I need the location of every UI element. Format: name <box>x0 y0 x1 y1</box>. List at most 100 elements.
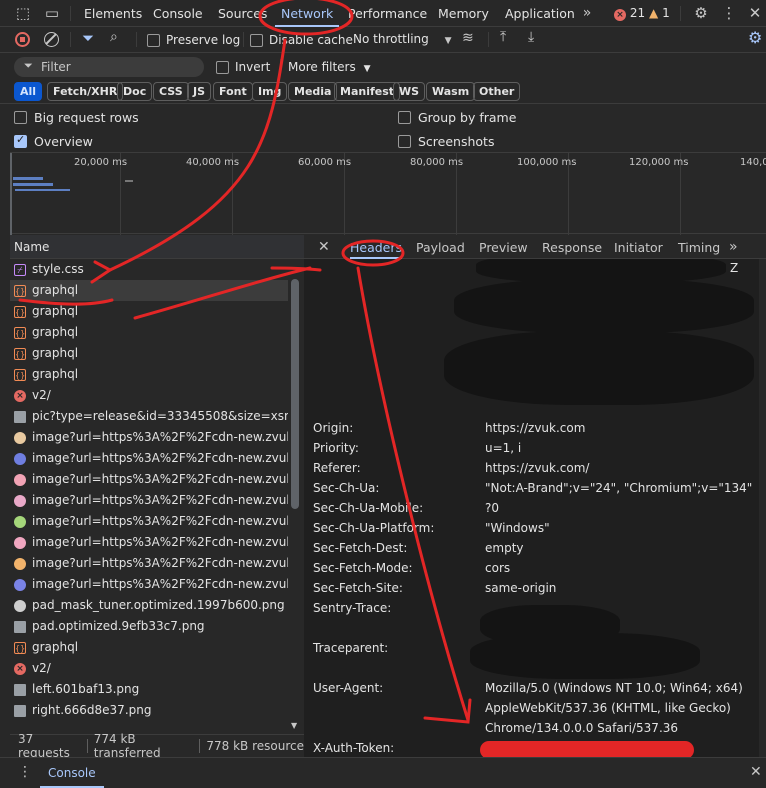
chip-img[interactable]: Img <box>252 82 288 101</box>
header-value: u=1, i <box>485 441 522 455</box>
more-tabs-icon[interactable]: » <box>578 4 596 22</box>
scroll-thumb[interactable] <box>291 279 299 509</box>
request-row[interactable]: image?url=https%3A%2F%2Fcdn-new.zvuk.co.… <box>10 469 288 490</box>
network-toolbar: ⏷ ⌕ Preserve log Disable cache No thrott… <box>0 27 766 53</box>
chip-fetch-xhr[interactable]: Fetch/XHR <box>47 82 124 101</box>
request-row[interactable]: {} graphql <box>10 322 288 343</box>
request-row[interactable]: pic?type=release&id=33345508&size=xsmall… <box>10 406 288 427</box>
chip-font[interactable]: Font <box>213 82 253 101</box>
overview-left-handle[interactable] <box>10 153 12 235</box>
search-icon[interactable]: ⌕ <box>110 29 118 45</box>
request-row[interactable]: image?url=https%3A%2F%2Fcdn-new.zvuk.co.… <box>10 532 288 553</box>
request-row[interactable]: image?url=https%3A%2F%2Fcdn-new.zvuk.co.… <box>10 490 288 511</box>
errors-badge[interactable]: × 21 <box>614 6 645 21</box>
requests-count: 37 requests <box>18 731 70 760</box>
preserve-log-checkbox[interactable]: Preserve log <box>147 33 240 47</box>
request-name: graphql <box>32 304 79 318</box>
clear-icon[interactable] <box>44 32 59 47</box>
chip-doc[interactable]: Doc <box>117 82 153 101</box>
record-stop-button[interactable] <box>15 32 30 47</box>
request-list-header[interactable]: Name <box>10 235 304 259</box>
filter-placeholder: Filter <box>41 60 71 74</box>
tab-console[interactable]: Console <box>153 0 203 27</box>
chip-ws[interactable]: WS <box>393 82 426 101</box>
tab-elements[interactable]: Elements <box>84 0 142 27</box>
tab-headers[interactable]: Headers <box>350 235 403 259</box>
tab-preview[interactable]: Preview <box>479 235 528 259</box>
tab-sources[interactable]: Sources <box>218 0 267 27</box>
tab-memory[interactable]: Memory <box>438 0 489 27</box>
inspect-element-icon[interactable]: ⬚ <box>14 4 32 22</box>
filter-funnel-icon: ⏷ <box>24 59 33 72</box>
throttling-value: No throttling <box>353 32 429 46</box>
request-row[interactable]: {} graphql <box>10 637 288 658</box>
filter-input[interactable]: ⏷ Filter <box>14 57 204 77</box>
chip-other[interactable]: Other <box>473 82 521 101</box>
redaction-mark <box>444 331 754 405</box>
chip-all[interactable]: All <box>14 82 43 101</box>
big-request-rows-checkbox[interactable]: Big request rows <box>14 110 139 125</box>
chip-js[interactable]: JS <box>187 82 212 101</box>
divider <box>488 32 489 47</box>
tab-initiator[interactable]: Initiator <box>614 235 663 259</box>
tab-application[interactable]: Application <box>505 0 575 27</box>
group-by-frame-checkbox[interactable]: Group by frame <box>398 110 516 125</box>
more-filters-dropdown[interactable]: More filters ▼ <box>288 60 370 74</box>
chip-media[interactable]: Media <box>288 82 338 101</box>
header-value: same-origin <box>485 581 557 595</box>
throttling-select[interactable]: No throttling ▼ <box>353 32 452 46</box>
request-row[interactable]: image?url=https%3A%2F%2Fcdn-new.zvuk.co.… <box>10 448 288 469</box>
filter-funnel-icon[interactable]: ⏷ <box>82 29 94 47</box>
close-detail-icon[interactable]: ✕ <box>318 235 330 259</box>
more-tabs-icon[interactable]: » <box>729 235 738 259</box>
request-row[interactable]: {} graphql <box>10 280 288 301</box>
tab-payload[interactable]: Payload <box>416 235 465 259</box>
request-row[interactable]: {} graphql <box>10 301 288 322</box>
divider <box>680 6 681 21</box>
network-settings-gear-icon[interactable]: ⚙ <box>748 28 762 47</box>
request-row[interactable]: ⌿ style.css <box>10 259 288 280</box>
fetch-xhr-icon: {} <box>14 327 26 339</box>
tab-performance[interactable]: Performance <box>348 0 427 27</box>
request-row[interactable]: × v2/ <box>10 658 288 679</box>
network-overview-timeline[interactable]: 20,000 ms 40,000 ms 60,000 ms 80,000 ms … <box>10 152 766 235</box>
settings-gear-icon[interactable]: ⚙ <box>692 4 710 22</box>
warnings-badge[interactable]: ▲ 1 <box>649 6 670 21</box>
network-conditions-wifi-icon[interactable]: ≋ <box>462 30 474 46</box>
request-row[interactable]: image?url=https%3A%2F%2Fcdn-new.zvuk.co.… <box>10 427 288 448</box>
request-row[interactable]: × v2/ <box>10 385 288 406</box>
tab-response[interactable]: Response <box>542 235 602 259</box>
overview-checkbox[interactable]: Overview <box>14 133 93 149</box>
chip-manifest[interactable]: Manifest <box>334 82 401 101</box>
request-row[interactable]: pad_mask_tuner.optimized.1997b600.png <box>10 595 288 616</box>
request-row[interactable]: {} graphql <box>10 343 288 364</box>
request-row[interactable]: image?url=https%3A%2F%2Fcdn-new.zvuk.co.… <box>10 553 288 574</box>
redaction-mark <box>480 741 694 757</box>
device-toolbar-icon[interactable]: ▭ <box>43 4 61 22</box>
close-drawer-icon[interactable]: ✕ <box>750 764 762 780</box>
detail-scrollbar[interactable] <box>759 259 766 757</box>
chip-css[interactable]: CSS <box>153 82 189 101</box>
image-file-icon <box>14 411 26 423</box>
drawer-tab-console[interactable]: Console <box>40 758 104 788</box>
tab-timing[interactable]: Timing <box>678 235 720 259</box>
close-icon[interactable]: ✕ <box>746 4 764 22</box>
request-list-scrollbar[interactable]: ▼ <box>288 259 302 732</box>
screenshots-checkbox[interactable]: Screenshots <box>398 134 494 149</box>
chip-wasm[interactable]: Wasm <box>426 82 476 101</box>
request-row[interactable]: image?url=https%3A%2F%2Fcdn-new.zvuk.co.… <box>10 511 288 532</box>
invert-checkbox[interactable]: Invert <box>216 60 270 74</box>
tab-network[interactable]: Network <box>274 0 340 27</box>
drawer-menu-icon[interactable]: ⋮ <box>18 764 32 780</box>
request-name: graphql <box>32 283 79 297</box>
request-row[interactable]: right.666d8e37.png <box>10 700 288 721</box>
request-row[interactable]: {} graphql <box>10 364 288 385</box>
disable-cache-checkbox[interactable]: Disable cache <box>250 33 353 47</box>
request-row[interactable]: pad.optimized.9efb33c7.png <box>10 616 288 637</box>
import-har-upload-icon[interactable]: ⤒ <box>500 29 506 45</box>
kebab-menu-icon[interactable]: ⋮ <box>720 4 738 22</box>
request-row[interactable]: image?url=https%3A%2F%2Fcdn-new.zvuk.co.… <box>10 574 288 595</box>
scroll-down-arrow-icon[interactable]: ▼ <box>291 721 297 730</box>
export-har-download-icon[interactable]: ⤓ <box>528 29 534 45</box>
request-row[interactable]: left.601baf13.png <box>10 679 288 700</box>
